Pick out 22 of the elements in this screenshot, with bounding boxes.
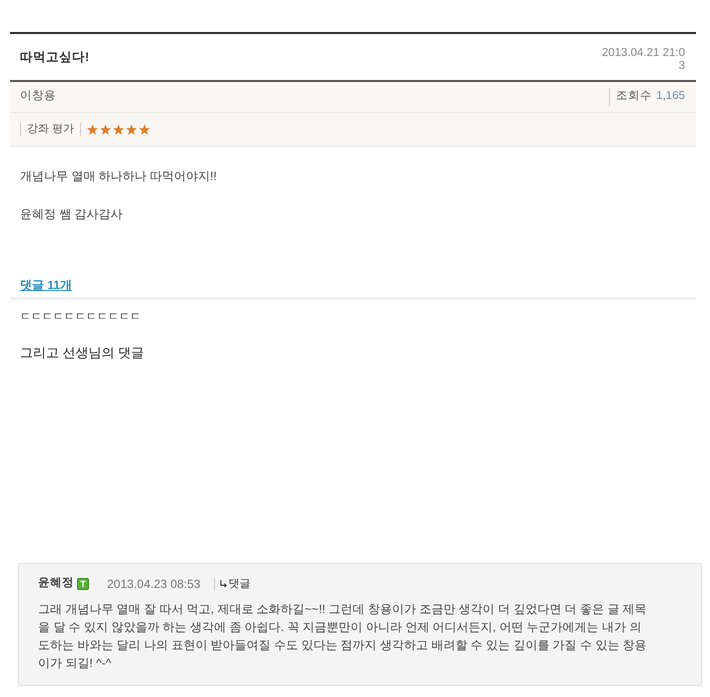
star-icon — [100, 124, 112, 135]
star-icon — [113, 124, 124, 135]
reply-arrow-icon — [220, 580, 228, 588]
body-text: 윤혜정 쌤 감사감사 — [20, 207, 124, 221]
post-date: 2013.04.21 21:03 — [600, 47, 685, 73]
reply-author: 윤혜정 — [38, 576, 74, 592]
star-icon — [87, 124, 98, 135]
teacher-badge: T — [77, 578, 89, 590]
views-label: 조회수 — [616, 89, 652, 104]
rating-label: 강좌 평가 — [20, 123, 82, 136]
reply-text: 그래 개념나무 열매 잘 따서 먹고, 제대로 소화하길~~!! 그런데 창용이가 조금만 생각이 더 깊었다면 더 좋은 글 제목을 달 수 있지 않았을까 하는 생각에 좀 아쉽다. 꼭 지금뿐만이 아니라 언제 어디서든지, 어떤 누군가에게는 내가 의도하는 바와는 달리 나의 표현이 받아들여질 수도 있다는 점까지 생각하고 배려할 수 있는 깊이를 가질 수 있는 창용이가 되길! ^-^ — [38, 601, 648, 672]
star-icon — [139, 124, 150, 135]
star-icon — [126, 124, 138, 135]
author-name: 이창용 — [20, 89, 56, 104]
body-text: 개념나무 열매 하나하나 따먹어야지!! — [20, 169, 218, 183]
caption-text: 그리고 선생님의 댓글 — [20, 345, 146, 361]
post-title: 따먹고싶다! — [20, 49, 90, 66]
reply-button[interactable]: 댓글 — [214, 578, 250, 590]
comment-text: ㄷㄷㄷㄷㄷㄷㄷㄷㄷㄷㄷ — [20, 310, 142, 324]
views-count: 1,165 — [656, 89, 685, 104]
comments-link[interactable]: 댓글 11개 — [20, 278, 72, 292]
reply-date: 2013.04.23 08:53 — [107, 576, 200, 593]
